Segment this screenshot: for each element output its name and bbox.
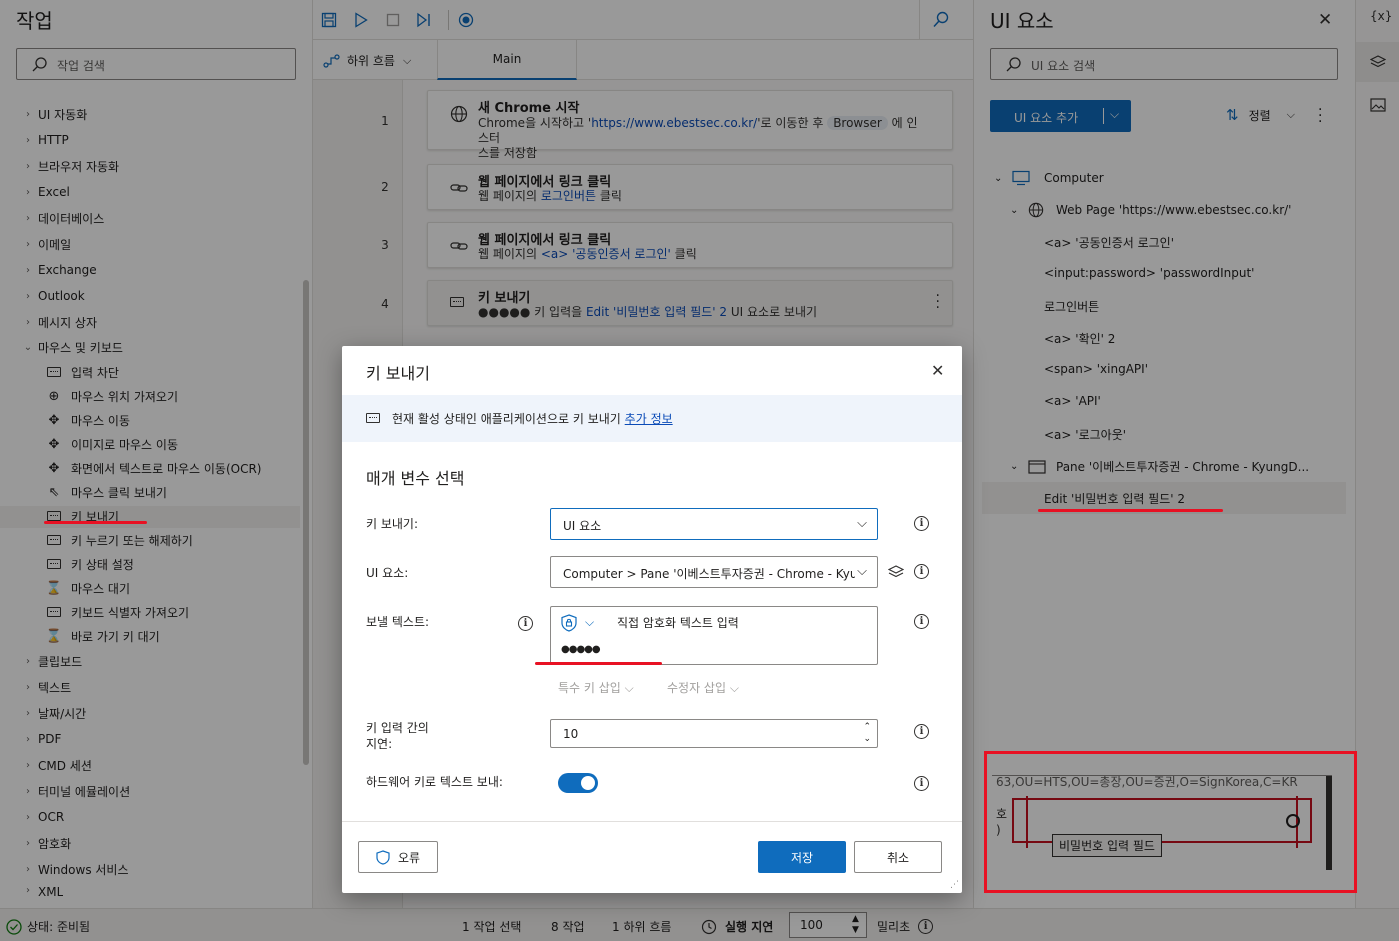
ui-element-select[interactable]: Computer > Pane '이베스트투자증권 - Chrome - Kyu… [550, 556, 878, 588]
modifier-label: 수정자 삽입 [667, 681, 727, 695]
insert-modifier-button[interactable]: 수정자 삽입 ⌵ [667, 679, 739, 696]
more-info-link[interactable]: 추가 정보 [625, 412, 673, 426]
chevron-down-icon: ⌵ [857, 516, 867, 531]
send-keys-dialog: 키 보내기 ✕ 현재 활성 상태인 애플리케이션으로 키 보내기 추가 정보 매… [342, 346, 962, 893]
info-icon[interactable]: i [914, 516, 929, 531]
text-to-send-label: 보낼 텍스트: [366, 615, 430, 629]
text-to-send-input[interactable]: ⌵ 직접 암호화 텍스트 입력 ●●●●● [550, 606, 878, 665]
annotation-underline [44, 521, 147, 524]
keyboard-icon [366, 413, 380, 423]
cancel-button[interactable]: 취소 [854, 841, 942, 873]
toggle-knob [581, 776, 595, 790]
shield-lock-icon [561, 614, 577, 632]
special-key-label: 특수 키 삽입 [558, 681, 621, 695]
error-button[interactable]: 오류 [358, 841, 438, 873]
footer-divider [342, 821, 962, 822]
delay-label: 키 입력 간의 지연: [366, 720, 429, 752]
cancel-label: 취소 [886, 850, 910, 865]
info-icon[interactable]: i [914, 614, 929, 629]
info-text: 현재 활성 상태인 애플리케이션으로 키 보내기 [392, 412, 621, 426]
delay-label-line: 키 입력 간의 [366, 721, 429, 735]
save-label: 저장 [790, 850, 814, 865]
send-keys-to-label: 키 보내기: [366, 517, 419, 531]
chevron-down-icon: ⌵ [624, 681, 634, 695]
delay-input[interactable]: 10 ⌃ ⌄ [550, 719, 878, 748]
ui-element-label: UI 요소: [366, 566, 409, 580]
delay-value: 10 [563, 727, 579, 741]
insert-special-key-button[interactable]: 특수 키 삽입 ⌵ [558, 679, 634, 696]
hardware-keys-toggle[interactable] [558, 773, 598, 793]
shield-icon [376, 849, 390, 865]
hardware-keys-label: 하드웨어 키로 텍스트 보내: [366, 775, 503, 789]
info-icon[interactable]: i [518, 616, 533, 631]
section-heading: 매개 변수 선택 [366, 469, 465, 488]
resize-grip-icon[interactable]: ⋰ [950, 880, 959, 890]
dialog-title: 키 보내기 [366, 364, 430, 383]
annotation-underline [1038, 509, 1223, 512]
annotation-box [984, 751, 1357, 893]
info-icon[interactable]: i [914, 724, 929, 739]
chevron-down-icon: ⌵ [729, 681, 739, 695]
chevron-down-icon: ⌵ [857, 564, 867, 579]
dialog-info-banner: 현재 활성 상태인 애플리케이션으로 키 보내기 추가 정보 [342, 395, 962, 442]
chevron-down-icon[interactable]: ⌵ [585, 615, 594, 630]
error-label: 오류 [397, 850, 421, 865]
info-banner-text: 현재 활성 상태인 애플리케이션으로 키 보내기 추가 정보 [392, 410, 673, 427]
close-icon[interactable]: ✕ [931, 361, 944, 380]
masked-text-value: ●●●●● [561, 644, 601, 655]
annotation-underline [535, 662, 662, 665]
info-icon[interactable]: i [914, 564, 929, 579]
select-value: UI 요소 [563, 519, 602, 533]
select-value: Computer > Pane '이베스트투자증권 - Chrome - Kyu… [563, 567, 855, 581]
layers-icon[interactable] [888, 564, 904, 580]
spinner-icon[interactable]: ⌃ ⌄ [863, 721, 871, 745]
send-keys-to-select[interactable]: UI 요소 ⌵ [550, 508, 878, 540]
delay-label-line: 지연: [366, 737, 393, 751]
info-icon[interactable]: i [914, 776, 929, 791]
text-mode-label: 직접 암호화 텍스트 입력 [617, 616, 739, 630]
save-button[interactable]: 저장 [758, 841, 846, 873]
